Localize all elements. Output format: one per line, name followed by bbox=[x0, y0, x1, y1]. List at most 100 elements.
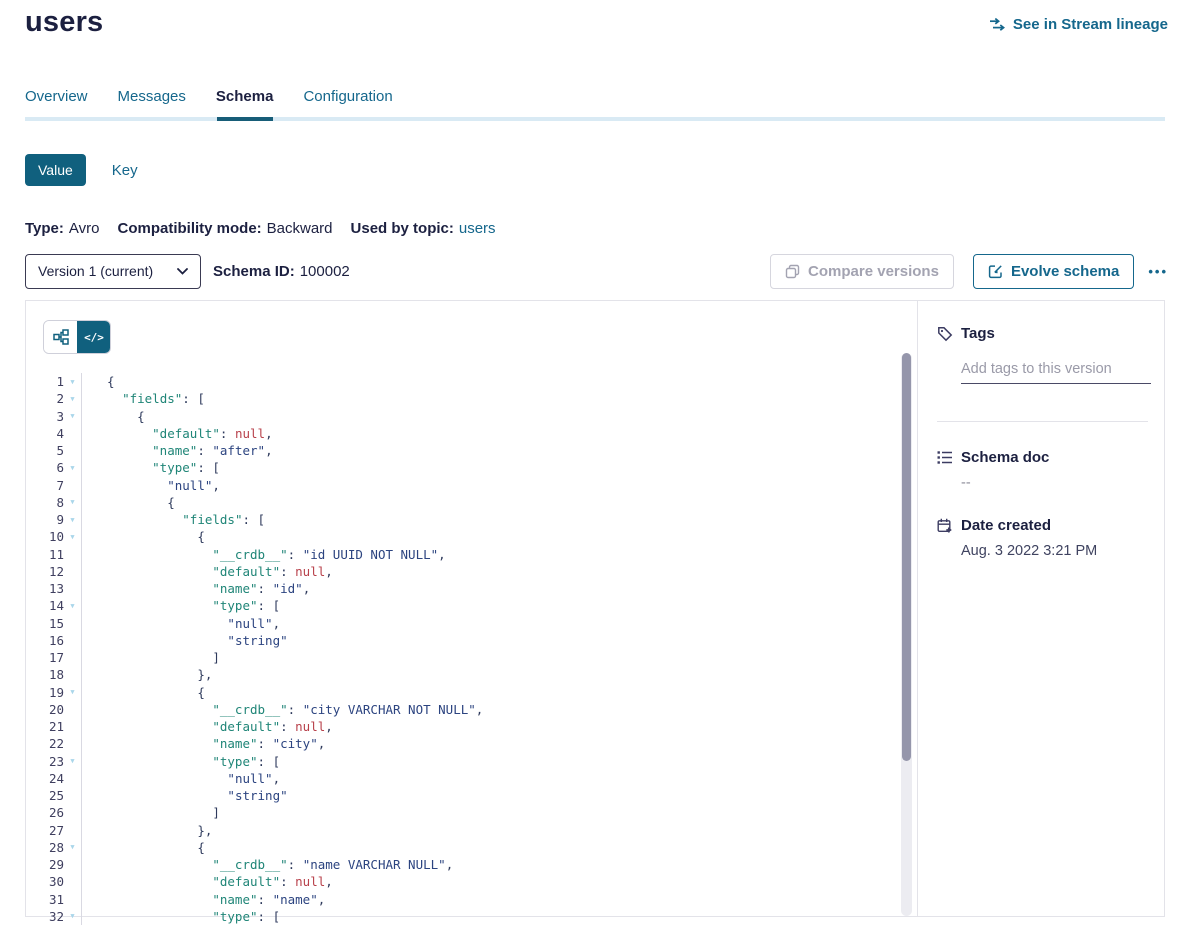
more-options-menu[interactable]: ••• bbox=[1148, 265, 1168, 278]
fold-toggle-icon[interactable]: ▼ bbox=[64, 843, 81, 851]
fold-toggle-icon[interactable]: ▼ bbox=[64, 498, 81, 506]
code-text: { bbox=[82, 840, 205, 855]
chevron-down-icon bbox=[177, 268, 188, 275]
fold-toggle-icon[interactable]: ▼ bbox=[64, 464, 81, 472]
schema-json-editor[interactable]: 1▼{2▼ "fields": [3▼ {4 "default": null,5… bbox=[26, 373, 897, 925]
line-number: 14 bbox=[26, 598, 64, 613]
code-text: "fields": [ bbox=[82, 391, 205, 406]
line-number: 19 bbox=[26, 685, 64, 700]
tab-underline bbox=[25, 117, 1165, 121]
stream-lineage-icon bbox=[989, 17, 1006, 32]
topic-tabs: Overview Messages Schema Configuration bbox=[25, 88, 393, 115]
line-number: 6 bbox=[26, 460, 64, 475]
line-number: 10 bbox=[26, 529, 64, 544]
code-text: "default": null, bbox=[82, 426, 273, 441]
compare-icon bbox=[785, 264, 800, 279]
code-text: "__crdb__": "city VARCHAR NOT NULL", bbox=[82, 702, 483, 717]
line-number: 29 bbox=[26, 857, 64, 872]
stream-lineage-label: See in Stream lineage bbox=[1013, 16, 1168, 33]
fold-toggle-icon[interactable]: ▼ bbox=[64, 412, 81, 420]
code-line: 22 "name": "city", bbox=[26, 735, 897, 752]
code-scrollbar[interactable] bbox=[901, 353, 912, 916]
line-number: 18 bbox=[26, 667, 64, 682]
tags-title: Tags bbox=[961, 325, 995, 342]
sidebar-divider bbox=[937, 421, 1148, 422]
code-text: }, bbox=[82, 667, 212, 682]
schema-id: Schema ID: 100002 bbox=[213, 263, 350, 280]
tags-input[interactable] bbox=[961, 359, 1151, 384]
date-created-title: Date created bbox=[961, 517, 1051, 534]
tab-messages[interactable]: Messages bbox=[118, 88, 186, 115]
evolve-schema-button[interactable]: Evolve schema bbox=[973, 254, 1134, 289]
value-tab-button[interactable]: Value bbox=[25, 154, 86, 186]
key-tab-button[interactable]: Key bbox=[112, 162, 138, 179]
code-line: 4 "default": null, bbox=[26, 425, 897, 442]
calendar-plus-icon bbox=[937, 518, 953, 534]
schema-id-label: Schema ID: bbox=[213, 263, 295, 280]
code-text: ] bbox=[82, 650, 220, 665]
line-number: 11 bbox=[26, 547, 64, 562]
code-text: { bbox=[82, 495, 175, 510]
code-line: 10▼ { bbox=[26, 528, 897, 545]
code-text: "null", bbox=[82, 771, 280, 786]
code-line: 7 "null", bbox=[26, 477, 897, 494]
line-number: 15 bbox=[26, 616, 64, 631]
code-text: { bbox=[82, 529, 205, 544]
code-line: 5 "name": "after", bbox=[26, 442, 897, 459]
code-line: 15 "null", bbox=[26, 615, 897, 632]
code-line: 29 "__crdb__": "name VARCHAR NULL", bbox=[26, 856, 897, 873]
code-text: { bbox=[82, 685, 205, 700]
line-number: 20 bbox=[26, 702, 64, 717]
fold-toggle-icon[interactable]: ▼ bbox=[64, 757, 81, 765]
fold-toggle-icon[interactable]: ▼ bbox=[64, 688, 81, 696]
line-number: 2 bbox=[26, 391, 64, 406]
tab-schema[interactable]: Schema bbox=[216, 88, 274, 115]
tab-configuration[interactable]: Configuration bbox=[303, 88, 392, 115]
fold-toggle-icon[interactable]: ▼ bbox=[64, 533, 81, 541]
version-select[interactable]: Version 1 (current) bbox=[25, 254, 201, 289]
compatibility-label: Compatibility mode: bbox=[117, 220, 261, 237]
date-created-value: Aug. 3 2022 3:21 PM bbox=[961, 543, 1097, 559]
line-number: 5 bbox=[26, 443, 64, 458]
line-number: 25 bbox=[26, 788, 64, 803]
code-line: 28▼ { bbox=[26, 839, 897, 856]
schema-view-toggle: </> bbox=[43, 320, 111, 354]
fold-toggle-icon[interactable]: ▼ bbox=[64, 378, 81, 386]
compare-versions-label: Compare versions bbox=[808, 263, 939, 280]
code-view-button[interactable]: </> bbox=[77, 321, 110, 353]
stream-lineage-link[interactable]: See in Stream lineage bbox=[989, 16, 1168, 33]
code-line: 32▼ "type": [ bbox=[26, 908, 897, 925]
line-number: 7 bbox=[26, 478, 64, 493]
code-text: { bbox=[82, 374, 115, 389]
list-icon bbox=[937, 450, 953, 465]
code-line: 11 "__crdb__": "id UUID NOT NULL", bbox=[26, 546, 897, 563]
code-text: "type": [ bbox=[82, 909, 280, 924]
code-line: 20 "__crdb__": "city VARCHAR NOT NULL", bbox=[26, 701, 897, 718]
evolve-schema-label: Evolve schema bbox=[1011, 263, 1119, 280]
code-text: "type": [ bbox=[82, 754, 280, 769]
code-text: "name": "id", bbox=[82, 581, 310, 596]
line-number: 21 bbox=[26, 719, 64, 734]
line-number: 26 bbox=[26, 805, 64, 820]
code-line: 13 "name": "id", bbox=[26, 580, 897, 597]
tab-overview[interactable]: Overview bbox=[25, 88, 88, 115]
code-line: 3▼ { bbox=[26, 408, 897, 425]
code-text: "name": "city", bbox=[82, 736, 325, 751]
code-line: 2▼ "fields": [ bbox=[26, 390, 897, 407]
schema-panel: </> 1▼{2▼ "fields": [3▼ {4 "default": nu… bbox=[25, 300, 1165, 917]
code-text: "string" bbox=[82, 633, 288, 648]
tree-view-button[interactable] bbox=[44, 321, 77, 353]
line-number: 22 bbox=[26, 736, 64, 751]
compare-versions-button[interactable]: Compare versions bbox=[770, 254, 954, 289]
used-by-topic-link[interactable]: users bbox=[459, 220, 496, 237]
fold-toggle-icon[interactable]: ▼ bbox=[64, 912, 81, 920]
code-line: 6▼ "type": [ bbox=[26, 459, 897, 476]
line-number: 30 bbox=[26, 874, 64, 889]
code-text: { bbox=[82, 409, 145, 424]
fold-toggle-icon[interactable]: ▼ bbox=[64, 395, 81, 403]
fold-toggle-icon[interactable]: ▼ bbox=[64, 602, 81, 610]
code-line: 9▼ "fields": [ bbox=[26, 511, 897, 528]
code-line: 17 ] bbox=[26, 649, 897, 666]
fold-toggle-icon[interactable]: ▼ bbox=[64, 516, 81, 524]
code-scrollbar-thumb[interactable] bbox=[902, 353, 911, 761]
